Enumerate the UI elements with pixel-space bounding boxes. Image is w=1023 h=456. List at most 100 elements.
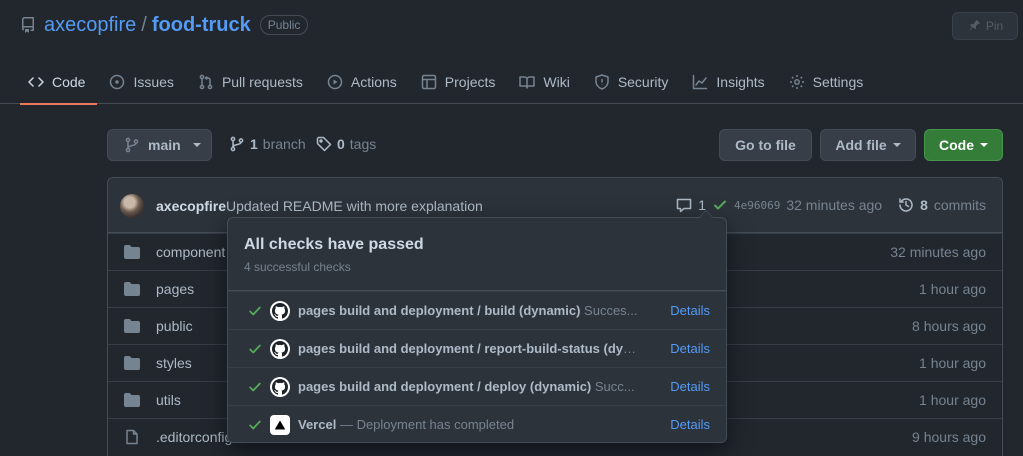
file-age: 32 minutes ago (890, 244, 986, 260)
book-icon (519, 74, 536, 90)
table-icon (421, 74, 437, 90)
commit-author[interactable]: axecopfire (156, 198, 226, 214)
folder-icon (124, 244, 140, 260)
tab-label: Projects (444, 74, 496, 90)
tab-label: Issues (133, 74, 174, 90)
checks-header: All checks have passed 4 successful chec… (228, 218, 726, 291)
tab-issues[interactable]: Issues (101, 60, 185, 104)
details-link[interactable]: Details (670, 417, 710, 432)
tab-label: Pull requests (221, 74, 303, 90)
check-name: pages build and deployment / deploy (dyn… (298, 379, 592, 394)
github-icon (270, 301, 290, 321)
file-age: 1 hour ago (919, 392, 986, 408)
tab-label: Wiki (543, 74, 570, 90)
check-icon (248, 342, 262, 356)
repo-name-link[interactable]: food-truck (152, 14, 251, 37)
commit-sha[interactable]: 4e96069 (734, 199, 780, 212)
tag-icon (316, 136, 332, 152)
tag-word: tags (349, 136, 377, 152)
repo-tabs: Code Issues Pull requests Actions Projec… (20, 60, 879, 105)
pin-label: Pin (985, 19, 1004, 33)
branch-name: main (148, 137, 181, 153)
pin-button[interactable]: Pin (952, 12, 1018, 40)
file-name[interactable]: pages (156, 281, 194, 297)
chevron-down-icon (192, 143, 201, 147)
folder-icon (124, 281, 140, 297)
details-link[interactable]: Details (670, 303, 710, 318)
github-icon (270, 339, 290, 359)
file-name[interactable]: .editorconfig (156, 429, 232, 445)
branch-select-button[interactable]: main (107, 129, 212, 161)
repo-owner-link[interactable]: axecopfire (44, 14, 136, 37)
check-name: pages build and deployment / build (dyna… (298, 303, 581, 318)
commit-time: 32 minutes ago (786, 197, 883, 213)
branch-icon (229, 136, 245, 152)
tab-insights[interactable]: Insights (684, 60, 776, 104)
check-item: pages build and deployment / report-buil… (228, 329, 726, 367)
tab-actions[interactable]: Actions (319, 60, 409, 104)
details-link[interactable]: Details (670, 341, 710, 356)
vercel-icon (270, 415, 290, 435)
file-age: 9 hours ago (912, 429, 986, 445)
commits-count[interactable]: 8 (920, 197, 928, 213)
checks-popover: All checks have passed 4 successful chec… (227, 210, 727, 443)
file-name[interactable]: component (156, 244, 225, 260)
checks-subtitle: 4 successful checks (244, 260, 351, 274)
tab-wiki[interactable]: Wiki (511, 60, 581, 104)
go-to-file-button[interactable]: Go to file (719, 129, 812, 161)
repo-separator: / (141, 13, 147, 36)
folder-icon (124, 355, 140, 371)
commit-message[interactable]: Updated README with more explanation (226, 198, 483, 214)
code-button[interactable]: Code (924, 129, 1003, 161)
branch-count: 1 (250, 136, 258, 152)
gear-icon (789, 74, 805, 90)
tab-label: Security (617, 74, 669, 90)
repo-header: axecopfire / food-truck Public Pin Code … (0, 0, 1023, 105)
branches-link[interactable]: 1 branch (229, 136, 306, 152)
commit-meta: 1 4e96069 32 minutes ago 8 commits (676, 197, 986, 213)
tab-code[interactable]: Code (20, 60, 98, 105)
file-name[interactable]: styles (156, 355, 192, 371)
shield-icon (594, 74, 610, 90)
check-item: Vercel — Deployment has completed Detail… (228, 405, 726, 443)
tab-pull-requests[interactable]: Pull requests (190, 60, 315, 104)
commits-word[interactable]: commits (934, 197, 986, 213)
repo-icon (20, 17, 36, 33)
tab-label: Settings (812, 74, 864, 90)
check-icon[interactable] (712, 197, 728, 213)
file-name[interactable]: public (156, 318, 193, 334)
issue-icon (109, 74, 125, 90)
check-name: pages build and deployment / report-buil… (298, 341, 638, 356)
file-name[interactable]: utils (156, 392, 181, 408)
details-link[interactable]: Details (670, 379, 710, 394)
pin-icon (967, 19, 981, 33)
code-button-label: Code (939, 137, 974, 153)
pull-request-icon (198, 74, 214, 90)
play-icon (327, 74, 343, 90)
check-icon (248, 380, 262, 394)
avatar[interactable] (120, 194, 144, 218)
check-icon (248, 304, 262, 318)
check-name: Vercel (298, 417, 337, 432)
history-icon[interactable] (898, 197, 914, 213)
tag-count: 0 (337, 136, 345, 152)
tab-security[interactable]: Security (586, 60, 681, 104)
folder-icon (124, 318, 140, 334)
tab-projects[interactable]: Projects (413, 60, 508, 104)
add-file-button[interactable]: Add file (820, 129, 916, 161)
checks-title: All checks have passed (244, 236, 424, 253)
file-icon (124, 429, 140, 445)
tab-settings[interactable]: Settings (781, 60, 876, 104)
code-icon (28, 74, 44, 90)
check-status: Succ... (594, 379, 635, 394)
add-file-label: Add file (835, 137, 887, 153)
tags-link[interactable]: 0 tags (316, 136, 376, 152)
chevron-down-icon (892, 143, 901, 147)
github-icon (270, 377, 290, 397)
check-item: pages build and deployment / deploy (dyn… (228, 367, 726, 405)
branch-word: branch (262, 136, 306, 152)
repo-title: axecopfire / food-truck Public (20, 12, 309, 38)
folder-icon (124, 392, 140, 408)
comment-icon[interactable] (676, 197, 692, 213)
tab-label: Code (52, 74, 86, 90)
